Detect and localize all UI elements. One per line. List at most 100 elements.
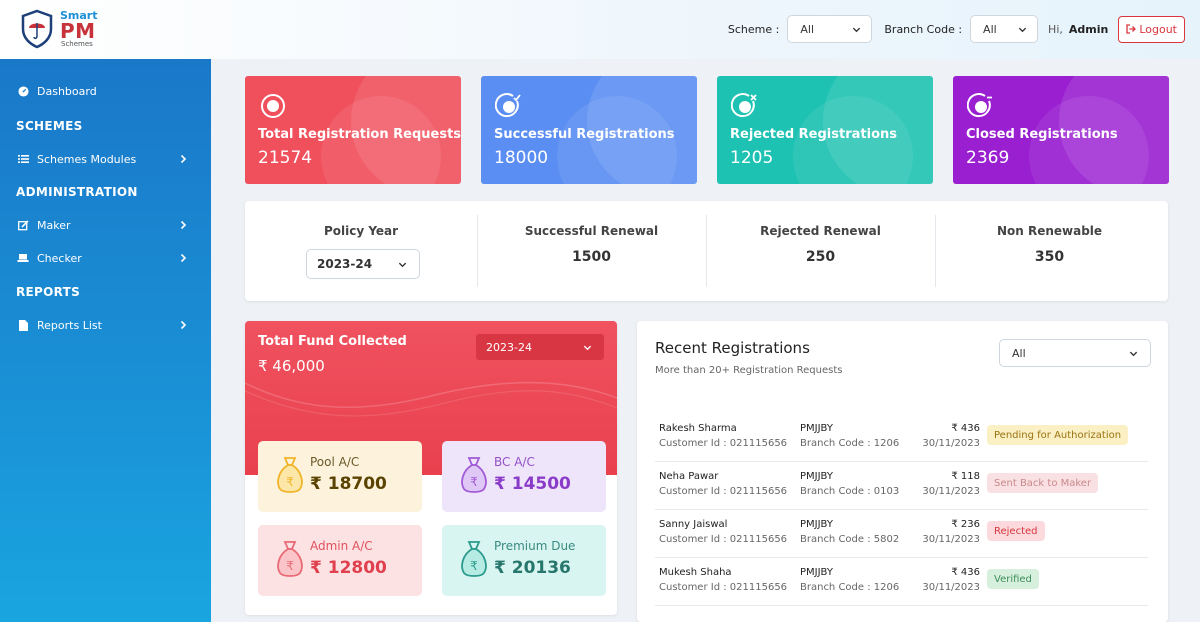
- stat-value: 18000: [494, 148, 549, 168]
- fund-year-select[interactable]: 2023-24: [476, 334, 604, 360]
- laptop-icon: [16, 251, 30, 265]
- branch-code: Branch Code : 1206: [800, 438, 900, 449]
- pool-account-card[interactable]: ₹ Pool A/C ₹ 18700: [258, 441, 422, 512]
- policy-year-select[interactable]: 2023-24: [306, 249, 420, 279]
- scheme-cell: PMJJBY Branch Code : 0103: [800, 469, 899, 499]
- stat-label: Rejected Registrations: [730, 127, 897, 142]
- amount-cell: ₹ 236 30/11/2023: [922, 517, 980, 547]
- total-registration-card[interactable]: Total Registration Requests 21574: [245, 76, 461, 184]
- customer-cell: Rakesh Sharma Customer Id : 021115656: [659, 421, 787, 451]
- customer-cell: Neha Pawar Customer Id : 021115656: [659, 469, 787, 499]
- chevron-right-icon: [180, 220, 187, 230]
- money-bag-icon: ₹: [277, 457, 303, 493]
- stat-value: 2369: [966, 148, 1010, 168]
- sidebar-item-checker[interactable]: Checker: [16, 251, 196, 265]
- amount-cell: ₹ 118 30/11/2023: [922, 469, 980, 499]
- date: 30/11/2023: [922, 582, 980, 593]
- amount-cell: ₹ 436 30/11/2023: [922, 421, 980, 451]
- greeting-text: Hi,: [1048, 22, 1063, 36]
- stat-label: Closed Registrations: [966, 127, 1118, 142]
- branch-code: Branch Code : 0103: [800, 486, 900, 497]
- sidebar-item-label: Reports List: [37, 318, 102, 332]
- date: 30/11/2023: [922, 534, 980, 545]
- customer-name: Neha Pawar: [659, 471, 719, 482]
- policy-year-column: Policy Year 2023-24: [245, 201, 477, 301]
- list-icon: [16, 152, 30, 166]
- recent-filter-select[interactable]: All: [999, 339, 1151, 367]
- chevron-down-icon: [398, 262, 407, 267]
- chevron-right-icon: [180, 320, 187, 330]
- edit-icon: [16, 218, 30, 232]
- amount: ₹ 436: [951, 567, 980, 578]
- customer-cell: Mukesh Shaha Customer Id : 021115656: [659, 565, 787, 595]
- successful-registrations-card[interactable]: Successful Registrations 18000: [481, 76, 697, 184]
- successful-renewal-label: Successful Renewal: [524, 224, 659, 238]
- premium-due-card[interactable]: ₹ Premium Due ₹ 20136: [442, 525, 606, 596]
- table-row[interactable]: Neha Pawar Customer Id : 021115656 PMJJBY…: [655, 462, 1148, 510]
- status-badge: Verified: [987, 569, 1039, 589]
- recent-registrations-panel: Recent Registrations More than 20+ Regis…: [637, 321, 1168, 622]
- closed-registrations-card[interactable]: Closed Registrations 2369: [953, 76, 1169, 184]
- branch-code: Branch Code : 1206: [800, 582, 900, 593]
- scheme-select[interactable]: All: [787, 15, 873, 43]
- scheme-cell: PMJJBY Branch Code : 5802: [800, 517, 899, 547]
- rejected-renewal-label: Rejected Renewal: [760, 224, 881, 238]
- total-fund-panel: Total Fund Collected ₹ 46,000 2023-24 ₹ …: [245, 321, 617, 615]
- table-row[interactable]: Mukesh Shaha Customer Id : 021115656 PMJJ…: [655, 558, 1148, 606]
- chevron-down-icon: [1129, 351, 1138, 356]
- customer-id: Customer Id : 021115656: [659, 534, 788, 545]
- customer-name: Sanny Jaiswal: [659, 519, 728, 530]
- sidebar-item-maker[interactable]: Maker: [16, 218, 196, 232]
- chevron-down-icon: [1018, 27, 1027, 32]
- sidebar-section-administration: ADMINISTRATION: [16, 185, 138, 199]
- stat-value: 1205: [730, 148, 774, 168]
- file-icon: [16, 318, 30, 332]
- logout-button[interactable]: Logout: [1118, 15, 1185, 43]
- money-bag-icon: ₹: [461, 541, 487, 577]
- customer-id: Customer Id : 021115656: [659, 582, 788, 593]
- sidebar-section-reports: REPORTS: [16, 285, 81, 299]
- scheme-cell: PMJJBY Branch Code : 1206: [800, 565, 899, 595]
- money-bag-icon: ₹: [461, 457, 487, 493]
- logo-pm-text: PM: [60, 19, 96, 43]
- branch-code: Branch Code : 5802: [800, 534, 900, 545]
- sidebar-item-label: Maker: [37, 218, 71, 232]
- customer-id: Customer Id : 021115656: [659, 438, 788, 449]
- scheme-label: Scheme :: [727, 22, 780, 36]
- customer-cell: Sanny Jaiswal Customer Id : 021115656: [659, 517, 787, 547]
- amount: ₹ 118: [951, 471, 980, 482]
- stat-label: Total Registration Requests: [258, 127, 461, 142]
- sidebar-item-schemes-modules[interactable]: Schemes Modules: [16, 152, 196, 166]
- bc-account-card[interactable]: ₹ BC A/C ₹ 14500: [442, 441, 606, 512]
- recent-filter-value: All: [1012, 346, 1026, 360]
- stat-value: 21574: [258, 148, 313, 168]
- non-renewable-label: Non Renewable: [996, 224, 1103, 238]
- target-check-icon: [495, 93, 521, 118]
- money-bag-icon: ₹: [277, 541, 303, 577]
- successful-renewal-column: Successful Renewal 1500: [477, 201, 706, 301]
- app-logo[interactable]: Smart PM Schemes: [20, 9, 98, 49]
- logout-label: Logout: [1139, 22, 1177, 36]
- non-renewable-value: 350: [1034, 249, 1065, 265]
- logo-schemes-text: Schemes: [61, 40, 93, 48]
- admin-account-card[interactable]: ₹ Admin A/C ₹ 12800: [258, 525, 422, 596]
- rejected-registrations-card[interactable]: Rejected Registrations 1205: [717, 76, 933, 184]
- table-row[interactable]: Rakesh Sharma Customer Id : 021115656 PMJ…: [655, 414, 1148, 462]
- date: 30/11/2023: [922, 438, 980, 449]
- customer-id: Customer Id : 021115656: [659, 486, 788, 497]
- account-value: ₹ 20136: [494, 558, 571, 578]
- target-icon: [261, 94, 285, 118]
- top-header: Smart PM Schemes Scheme : All Branch Cod…: [0, 0, 1200, 59]
- chevron-right-icon: [180, 253, 187, 263]
- sidebar-item-reports-list[interactable]: Reports List: [16, 318, 196, 332]
- account-label: BC A/C: [494, 455, 535, 469]
- account-value: ₹ 18700: [310, 474, 387, 494]
- branch-code-select[interactable]: All: [970, 15, 1039, 43]
- sidebar-item-dashboard[interactable]: Dashboard: [16, 84, 196, 98]
- status-badge: Pending for Authorization: [987, 425, 1129, 445]
- policy-year-value: 2023-24: [317, 257, 373, 271]
- customer-name: Mukesh Shaha: [659, 567, 732, 578]
- user-name: Admin: [1068, 22, 1109, 36]
- account-label: Pool A/C: [310, 455, 360, 469]
- table-row[interactable]: Sanny Jaiswal Customer Id : 021115656 PMJ…: [655, 510, 1148, 558]
